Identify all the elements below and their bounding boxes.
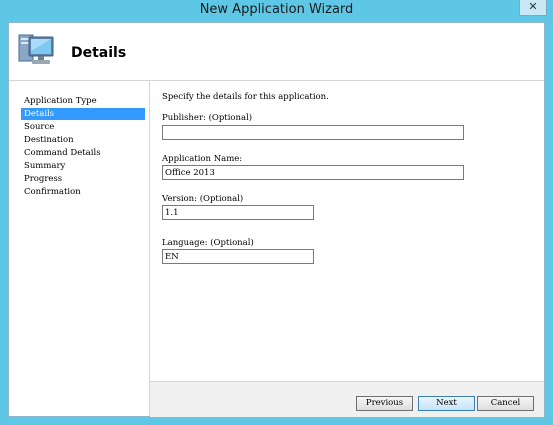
step-details[interactable]: Details <box>21 108 145 120</box>
language-input[interactable] <box>162 249 314 264</box>
close-icon: ✕ <box>528 0 538 13</box>
publisher-input[interactable] <box>162 125 464 140</box>
instruction-text: Specify the details for this application… <box>162 92 329 102</box>
page-title: Details <box>71 45 127 61</box>
step-summary[interactable]: Summary <box>21 160 145 172</box>
wizard-body: Details Application Type Details Source … <box>8 22 545 417</box>
publisher-label: Publisher: (Optional) <box>162 113 253 123</box>
step-progress[interactable]: Progress <box>21 173 145 185</box>
language-label: Language: (Optional) <box>162 238 254 248</box>
step-application-type[interactable]: Application Type <box>21 95 145 107</box>
wizard-header: Details <box>9 23 544 81</box>
close-button[interactable]: ✕ <box>519 0 547 16</box>
app-name-input[interactable] <box>162 165 464 180</box>
version-label: Version: (Optional) <box>162 194 244 204</box>
title-bar[interactable]: New Application Wizard ✕ <box>0 0 553 22</box>
wizard-steps: Application Type Details Source Destinat… <box>9 81 150 416</box>
wizard-window: New Application Wizard ✕ Details Applica… <box>0 0 553 425</box>
step-confirmation[interactable]: Confirmation <box>21 186 145 198</box>
previous-button[interactable]: Previous <box>356 396 413 411</box>
version-input[interactable] <box>162 205 314 220</box>
step-destination[interactable]: Destination <box>21 134 145 146</box>
window-title: New Application Wizard <box>199 2 354 17</box>
cancel-button[interactable]: Cancel <box>477 396 534 411</box>
step-command-details[interactable]: Command Details <box>21 147 145 159</box>
next-button[interactable]: Next <box>418 396 475 411</box>
step-source[interactable]: Source <box>21 121 145 133</box>
computer-icon <box>18 34 54 64</box>
details-panel: Specify the details for this application… <box>150 81 544 381</box>
app-name-label: Application Name: <box>162 154 243 164</box>
button-bar: Previous Next Cancel <box>150 381 544 417</box>
